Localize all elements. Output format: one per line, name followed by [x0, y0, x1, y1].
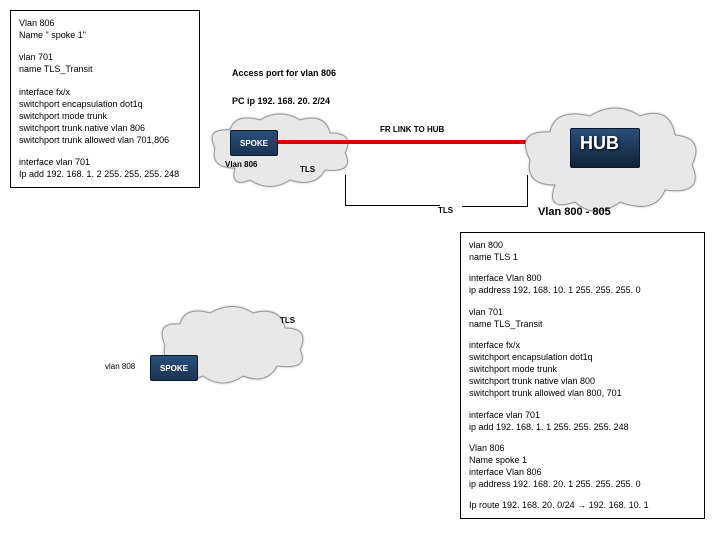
spoke-label: SPOKE: [240, 139, 268, 148]
tls-label-mid: TLS: [438, 206, 453, 215]
cloud-top-left: [205, 108, 355, 193]
fr-link-label: FR LINK TO HUB: [380, 125, 444, 134]
cfg-line: switchport mode trunk: [19, 110, 191, 122]
cfg-line: switchport trunk native vlan 806: [19, 122, 191, 134]
cfg-line: name TLS_Transit: [19, 63, 191, 75]
cfg-line: vlan 701: [469, 306, 696, 318]
pc-ip-label: PC ip 192. 168. 20. 2/24: [232, 96, 330, 106]
cfg-line: Name spoke 1: [469, 454, 696, 466]
cfg-line: ip add 192. 168. 1. 1 255. 255. 255. 248: [469, 421, 696, 433]
spoke-label: SPOKE: [160, 364, 188, 373]
cfg-line: interface vlan 701: [469, 409, 696, 421]
vlan-range-label: Vlan 800 - 805: [538, 206, 611, 218]
vlan808-label: vlan 808: [105, 362, 135, 371]
cfg-line: Vlan 806: [19, 17, 191, 29]
cfg-line: switchport encapsulation dot1q: [19, 98, 191, 110]
cfg-line: Ip add 192. 168. 1. 2 255. 255. 255. 248: [19, 168, 191, 180]
cfg-line: interface vlan 701: [19, 156, 191, 168]
hub-label: HUB: [580, 133, 619, 154]
cfg-line: Vlan 806: [469, 442, 696, 454]
tls-label-bottom: TLS: [280, 316, 295, 325]
cfg-line: switchport mode trunk: [469, 363, 696, 375]
cfg-line: interface Vlan 800: [469, 272, 696, 284]
cfg-line: interface fx/x: [469, 339, 696, 351]
spoke-top-device: SPOKE: [230, 130, 278, 156]
right-config-box: vlan 800 name TLS 1 interface Vlan 800 i…: [460, 232, 705, 519]
cfg-line: switchport trunk allowed vlan 800, 701: [469, 387, 696, 399]
cfg-line: Name " spoke 1": [19, 29, 191, 41]
access-port-label: Access port for vlan 806: [232, 68, 336, 78]
cfg-line: ip address 192. 168. 20. 1 255. 255. 255…: [469, 478, 696, 490]
tls-label-top: TLS: [300, 165, 315, 174]
cfg-line: name TLS 1: [469, 251, 696, 263]
spoke-bottom-device: SPOKE: [150, 355, 198, 381]
cfg-line: interface Vlan 806: [469, 466, 696, 478]
cfg-line: switchport trunk allowed vlan 701,806: [19, 134, 191, 146]
vlan806-label: Vlan 806: [225, 160, 257, 169]
cfg-line: ip address 192. 168. 10. 1 255. 255. 255…: [469, 284, 696, 296]
cfg-line: vlan 800: [469, 239, 696, 251]
cfg-line: vlan 701: [19, 51, 191, 63]
cfg-line: interface fx/x: [19, 86, 191, 98]
cfg-line: name TLS_Transit: [469, 318, 696, 330]
link-line: [345, 175, 346, 205]
left-config-box: Vlan 806 Name " spoke 1" vlan 701 name T…: [10, 10, 200, 188]
cfg-line: switchport encapsulation dot1q: [469, 351, 696, 363]
link-line: [462, 206, 527, 207]
cfg-line: Ip route 192. 168. 20. 0/24 → 192. 168. …: [469, 499, 696, 511]
link-line: [345, 205, 440, 206]
cfg-line: switchport trunk native vlan 800: [469, 375, 696, 387]
link-line: [527, 175, 528, 207]
